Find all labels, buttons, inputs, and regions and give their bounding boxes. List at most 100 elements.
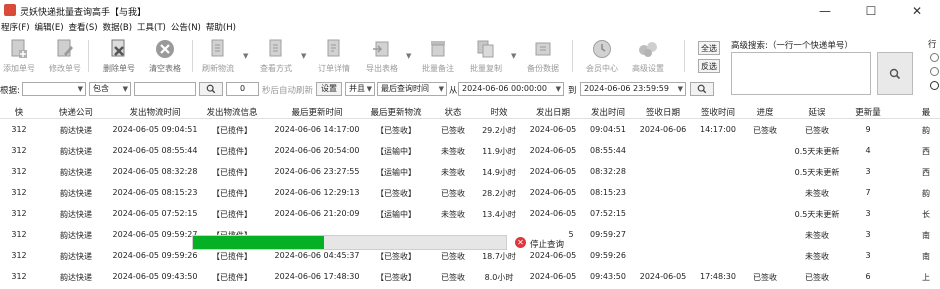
select-all-button[interactable]: 全选: [698, 41, 720, 55]
table-row[interactable]: 312 韵达快递 2024-06-05 08:55:44 【已揽件】 2024-…: [0, 141, 940, 162]
menu-view[interactable]: 查看(S): [68, 21, 102, 35]
column-header[interactable]: 发出物流信息: [206, 106, 257, 118]
chevron-down-icon: ▼: [122, 85, 128, 93]
cell-last: 西: [922, 147, 930, 156]
column-header[interactable]: 延误: [808, 106, 825, 118]
column-header[interactable]: 最后更新时间: [291, 106, 342, 118]
stop-icon[interactable]: ✕: [515, 237, 526, 248]
advanced-settings-button[interactable]: 高级设置: [628, 36, 668, 76]
cell-last-update-info: 【已签收】: [376, 126, 416, 135]
advanced-search-button[interactable]: [877, 52, 913, 95]
column-header[interactable]: 发出物流时间: [129, 106, 180, 118]
close-button[interactable]: ✕: [894, 0, 940, 21]
menu-help[interactable]: 帮助(H): [205, 21, 240, 35]
cell-update-count: 3: [865, 209, 871, 218]
settings-button[interactable]: 设置: [316, 82, 342, 96]
copy-dropdown-icon[interactable]: ▼: [511, 52, 516, 60]
column-header[interactable]: 签收日期: [646, 106, 680, 118]
column-header[interactable]: 进度: [756, 106, 773, 118]
cell-progress: 已签收: [753, 126, 777, 135]
advanced-settings-label: 高级设置: [632, 64, 664, 73]
cell-courier: 韵达快递: [60, 189, 92, 198]
cell-status: 已签收: [441, 189, 465, 198]
column-header[interactable]: 状态: [444, 106, 461, 118]
backup-icon: [532, 38, 554, 60]
from-date-picker[interactable]: 2024-06-06 00:00:00 ▼: [458, 82, 564, 96]
column-header[interactable]: 发出日期: [536, 106, 570, 118]
member-center-button[interactable]: 会员中心: [582, 36, 622, 76]
cell-ship-date: 5: [568, 230, 574, 239]
refresh-dropdown-icon[interactable]: ▼: [243, 52, 248, 60]
to-date-picker[interactable]: 2024-06-06 23:59:59 ▼: [580, 82, 686, 96]
export-label: 导出表格: [366, 64, 398, 73]
maximize-button[interactable]: ☐: [848, 0, 894, 21]
view-mode-button[interactable]: 查看方式: [256, 36, 296, 76]
order-detail-icon: [323, 38, 345, 60]
column-header[interactable]: 签收时间: [701, 106, 735, 118]
cell-ship-date: 2024-06-05: [529, 251, 577, 260]
column-header[interactable]: 更新量: [855, 106, 881, 118]
table-row[interactable]: 312 韵达快递 2024-06-05 07:52:15 【已揽件】 2024-…: [0, 204, 940, 225]
cell-last-update-time: 2024-06-06 23:27:55: [274, 167, 360, 176]
cell-ship-date: 2024-06-05: [529, 188, 577, 197]
time-field-select[interactable]: 最后查询时间 ▼: [377, 82, 447, 96]
advanced-search-textarea[interactable]: [731, 52, 871, 95]
add-button[interactable]: 添加单号: [2, 36, 36, 76]
cell-ship-info: 【已揽件】: [212, 273, 252, 282]
menu-data[interactable]: 数据(B): [102, 21, 136, 35]
filter-search-button[interactable]: [199, 82, 223, 96]
toolbar: 添加单号 修改单号 删除单号 清空表格 刷新物流 ▼ 查看方式 ▼ 订单详情 导…: [0, 36, 720, 78]
stop-query-button[interactable]: 停止查询: [530, 238, 564, 250]
cell-update-count: 4: [865, 146, 871, 155]
backup-button[interactable]: 备份数据: [523, 36, 563, 76]
cell-last-update-time: 2024-06-06 20:54:00: [274, 146, 360, 155]
batch-note-icon: [427, 38, 449, 60]
right-panel-label: 行: [928, 40, 937, 50]
table-row[interactable]: 312 韵达快递 2024-06-05 09:04:51 【已揽件】 2024-…: [0, 120, 940, 141]
clear-table-button[interactable]: 清空表格: [145, 36, 185, 76]
column-header[interactable]: 快: [15, 106, 24, 118]
batch-copy-button[interactable]: 批量复制: [466, 36, 506, 76]
menu-program[interactable]: 程序(F): [0, 21, 34, 35]
menu-tools[interactable]: 工具(T): [136, 21, 170, 35]
menu-notice[interactable]: 公告(N): [170, 21, 205, 35]
table-row[interactable]: 312 韵达快递 2024-06-05 08:15:23 【已揽件】 2024-…: [0, 183, 940, 204]
table-row[interactable]: 312 韵达快递 2024-06-05 09:43:50 【已揽件】 2024-…: [0, 267, 940, 288]
menu-edit[interactable]: 编辑(E): [34, 21, 68, 35]
export-button[interactable]: 导出表格: [362, 36, 402, 76]
logic-select[interactable]: 并且 ▼: [345, 82, 375, 96]
keyword-input[interactable]: [134, 82, 196, 96]
cell-delay: 已签收: [805, 126, 829, 135]
toolbar-separator: [88, 40, 89, 72]
table-row[interactable]: 312 韵达快递 2024-06-05 08:32:28 【已揽件】 2024-…: [0, 162, 940, 183]
column-header[interactable]: 最后更新物流: [370, 106, 421, 118]
option-radio-3[interactable]: [930, 81, 939, 90]
match-mode-select[interactable]: 包含 ▼: [89, 82, 131, 96]
column-header[interactable]: 最: [922, 106, 931, 118]
export-dropdown-icon[interactable]: ▼: [406, 52, 411, 60]
option-radio-1[interactable]: [930, 53, 939, 62]
column-header[interactable]: 时效: [490, 106, 507, 118]
column-header[interactable]: 发出时间: [591, 106, 625, 118]
invert-selection-button[interactable]: 反选: [698, 59, 720, 73]
view-document-icon: [265, 38, 287, 60]
minimize-button[interactable]: —: [802, 0, 848, 21]
order-detail-button[interactable]: 订单详情: [314, 36, 354, 76]
search-icon: [889, 68, 901, 79]
option-radio-2[interactable]: [930, 67, 939, 76]
column-header[interactable]: 快递公司: [59, 106, 93, 118]
refresh-button[interactable]: 刷新物流: [198, 36, 238, 76]
modify-button[interactable]: 修改单号: [48, 36, 82, 76]
view-dropdown-icon[interactable]: ▼: [301, 52, 306, 60]
member-center-label: 会员中心: [586, 64, 618, 73]
clear-table-label: 清空表格: [149, 64, 181, 73]
filter-field-select[interactable]: ▼: [22, 82, 86, 96]
cell-courier: 韵达快递: [60, 231, 92, 240]
batch-note-button[interactable]: 批量备注: [418, 36, 458, 76]
cell-duration: 13.4小时: [482, 210, 516, 219]
delete-button[interactable]: 删除单号: [99, 36, 139, 76]
search-icon: [206, 84, 216, 94]
cell-status: 已签收: [441, 252, 465, 261]
refresh-interval-input[interactable]: 0: [226, 82, 259, 96]
date-search-button[interactable]: [690, 82, 714, 96]
